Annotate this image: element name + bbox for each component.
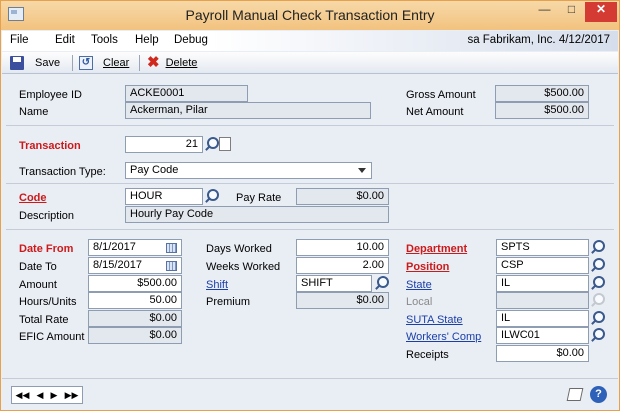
- receipts-field[interactable]: $0.00: [496, 345, 589, 362]
- transaction-type-label: Transaction Type:: [19, 166, 106, 178]
- save-label: Save: [35, 57, 61, 69]
- record-navigation: ◀◀ ◀ ▶ ▶▶: [11, 386, 83, 404]
- hours-units-label: Hours/Units: [19, 296, 77, 308]
- transaction-type-value: Pay Code: [130, 164, 179, 176]
- transaction-number-field[interactable]: 21: [125, 136, 203, 153]
- amount-field[interactable]: $500.00: [88, 275, 182, 292]
- transaction-lookup-icon[interactable]: [203, 136, 219, 153]
- menu-file[interactable]: File: [10, 34, 29, 46]
- premium-label: Premium: [206, 296, 251, 308]
- description-label: Description: [19, 210, 75, 222]
- net-amount-label: Net Amount: [406, 106, 464, 118]
- menu-help[interactable]: Help: [135, 34, 159, 46]
- gross-amount-label: Gross Amount: [406, 89, 476, 101]
- weeks-worked-label: Weeks Worked: [206, 261, 281, 273]
- suta-state-lookup-icon[interactable]: [589, 310, 605, 327]
- position-field[interactable]: CSP: [496, 257, 589, 274]
- menu-edit[interactable]: Edit: [55, 34, 75, 46]
- divider: [6, 183, 614, 184]
- menu-bar: File Edit Tools Help Debug sa Fabrikam, …: [2, 31, 618, 51]
- first-record-icon[interactable]: ◀◀: [16, 390, 30, 401]
- last-record-icon[interactable]: ▶▶: [65, 390, 79, 401]
- position-link[interactable]: Position: [406, 261, 449, 273]
- save-button[interactable]: Save: [10, 54, 60, 72]
- save-icon: [10, 56, 24, 70]
- delete-x-icon: ✖: [147, 54, 160, 71]
- payroll-window: Payroll Manual Check Transaction Entry —…: [0, 0, 620, 411]
- workers-comp-lookup-icon[interactable]: [589, 327, 605, 344]
- form-area: Employee ID ACKE0001 Name Ackerman, Pila…: [2, 75, 618, 377]
- calendar-icon[interactable]: [166, 261, 177, 271]
- window-note-icon[interactable]: [566, 388, 584, 401]
- code-label[interactable]: Code: [19, 192, 47, 204]
- date-to-label: Date To: [19, 261, 57, 273]
- toolbar: Save ↺ Clear ✖ Delete: [2, 52, 618, 74]
- receipts-label: Receipts: [406, 349, 449, 361]
- description-field: Hourly Pay Code: [125, 206, 389, 223]
- local-label: Local: [406, 296, 433, 308]
- gross-amount-field: $500.00: [495, 85, 589, 102]
- name-label: Name: [19, 106, 49, 118]
- position-lookup-icon[interactable]: [589, 257, 605, 274]
- state-field[interactable]: IL: [496, 275, 589, 292]
- workers-comp-field[interactable]: ILWC01: [496, 327, 589, 344]
- calendar-icon[interactable]: [166, 243, 177, 253]
- pay-rate-field: $0.00: [296, 188, 389, 205]
- close-button[interactable]: ✕: [585, 2, 617, 22]
- state-lookup-icon[interactable]: [589, 275, 605, 292]
- employee-name-field: Ackerman, Pilar: [125, 102, 371, 119]
- title-bar[interactable]: Payroll Manual Check Transaction Entry —…: [1, 1, 619, 30]
- transaction-label: Transaction: [19, 140, 81, 152]
- total-rate-field: $0.00: [88, 310, 182, 327]
- code-lookup-icon[interactable]: [203, 188, 219, 205]
- department-lookup-icon[interactable]: [589, 239, 605, 256]
- hours-units-field[interactable]: 50.00: [88, 292, 182, 309]
- delete-label: Delete: [165, 57, 198, 69]
- efic-amount-label: EFIC Amount: [19, 331, 85, 343]
- amount-label: Amount: [19, 279, 57, 291]
- clear-button[interactable]: ↺ Clear: [79, 54, 129, 72]
- local-field: [496, 292, 589, 309]
- local-lookup-icon: [589, 292, 605, 309]
- premium-field: $0.00: [296, 292, 389, 309]
- shift-lookup-icon[interactable]: [373, 275, 389, 292]
- shift-link[interactable]: Shift: [206, 279, 228, 291]
- efic-amount-field: $0.00: [88, 327, 182, 344]
- user-company-date: sa Fabrikam, Inc. 4/12/2017: [467, 34, 610, 46]
- workers-comp-link[interactable]: Workers' Comp: [406, 331, 481, 343]
- menu-tools[interactable]: Tools: [91, 34, 118, 46]
- total-rate-label: Total Rate: [19, 314, 69, 326]
- clear-label: Clear: [103, 57, 130, 69]
- days-worked-label: Days Worked: [206, 243, 272, 255]
- divider: [6, 229, 614, 230]
- net-amount-field: $500.00: [495, 102, 589, 119]
- date-from-label: Date From: [19, 243, 74, 255]
- clear-icon: ↺: [79, 56, 93, 70]
- window-title: Payroll Manual Check Transaction Entry: [185, 7, 435, 23]
- employee-id-label: Employee ID: [19, 89, 82, 101]
- pay-rate-label: Pay Rate: [236, 192, 282, 204]
- department-field[interactable]: SPTS: [496, 239, 589, 256]
- delete-button[interactable]: ✖ Delete: [147, 54, 197, 72]
- code-field[interactable]: HOUR: [125, 188, 203, 205]
- days-worked-field[interactable]: 10.00: [296, 239, 389, 256]
- menu-debug[interactable]: Debug: [174, 34, 208, 46]
- maximize-button[interactable]: □: [558, 2, 585, 22]
- bottom-bar: ◀◀ ◀ ▶ ▶▶ ?: [2, 378, 618, 410]
- state-link[interactable]: State: [406, 279, 432, 291]
- weeks-worked-field[interactable]: 2.00: [296, 257, 389, 274]
- divider: [6, 125, 614, 126]
- suta-state-field[interactable]: IL: [496, 310, 589, 327]
- shift-field[interactable]: SHIFT: [296, 275, 372, 292]
- next-record-icon[interactable]: ▶: [51, 390, 58, 401]
- suta-state-link[interactable]: SUTA State: [406, 314, 463, 326]
- transaction-note-icon[interactable]: [219, 137, 231, 151]
- minimize-button[interactable]: —: [531, 2, 558, 22]
- department-link[interactable]: Department: [406, 243, 467, 255]
- employee-id-field: ACKE0001: [125, 85, 248, 102]
- chevron-down-icon: [358, 168, 366, 173]
- help-icon[interactable]: ?: [590, 386, 607, 403]
- transaction-type-select[interactable]: Pay Code: [125, 162, 372, 179]
- previous-record-icon[interactable]: ◀: [37, 390, 44, 401]
